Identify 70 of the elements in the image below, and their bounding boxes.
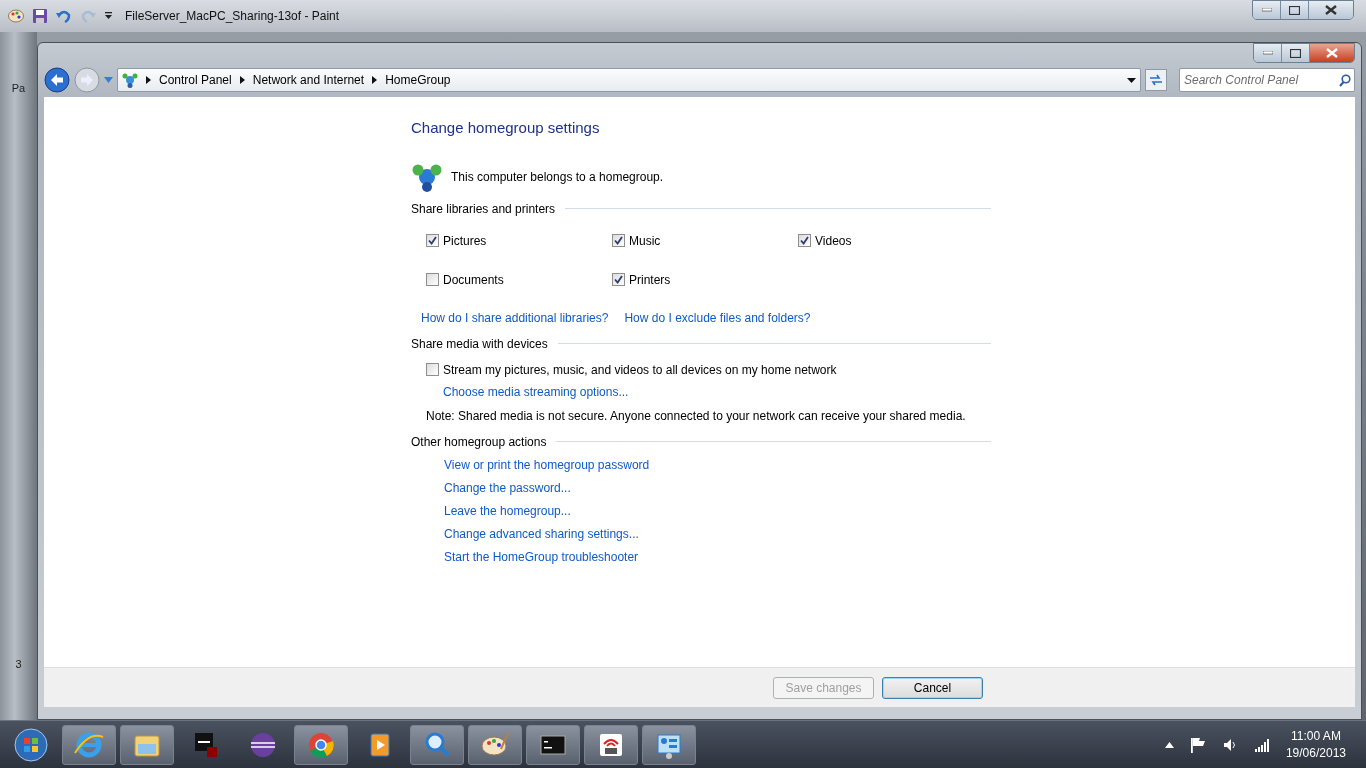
close-icon: [1326, 48, 1338, 58]
checkbox-label: Documents: [443, 271, 504, 289]
action-link[interactable]: Change the password...: [444, 478, 571, 497]
maximize-icon: [1289, 5, 1300, 15]
status-text: This computer belongs to a homegroup.: [451, 168, 664, 186]
chevron-icon[interactable]: [239, 76, 245, 84]
action-link[interactable]: Start the HomeGroup troubleshooter: [444, 547, 639, 566]
breadcrumb-item[interactable]: Network and Internet: [252, 71, 365, 89]
taskbar-button[interactable]: [294, 724, 348, 765]
checkbox-label: Stream my pictures, music, and videos to all devices on my home network: [443, 361, 837, 379]
chevron-icon[interactable]: [372, 76, 378, 84]
taskbar-button[interactable]: [642, 724, 696, 765]
note-text: Note: Shared media is not secure. Anyone connected to your network can receive your shared media.: [425, 407, 967, 425]
save-icon[interactable]: [32, 8, 48, 24]
time-text: 11:00 AM: [1290, 728, 1342, 745]
taskbar-button[interactable]: [526, 724, 580, 765]
chevron-icon[interactable]: [146, 76, 151, 84]
paste-label: Pa: [11, 81, 26, 96]
help-link[interactable]: How do I exclude files and folders?: [624, 308, 811, 327]
undo-icon[interactable]: [56, 9, 72, 23]
checkbox[interactable]: [612, 234, 625, 247]
refresh-icon[interactable]: [1145, 69, 1167, 91]
checkbox-label: Videos: [815, 232, 852, 250]
minimize-icon: [1261, 8, 1272, 12]
close-button[interactable]: [1309, 1, 1353, 19]
page-heading: Change homegroup settings: [411, 118, 601, 138]
section-title: Other homegroup actions: [411, 433, 547, 451]
taskbar-button[interactable]: [410, 724, 464, 765]
checkbox-label: Pictures: [443, 232, 487, 250]
show-hidden-icons-icon[interactable]: [1164, 741, 1174, 748]
taskbar-button[interactable]: [120, 724, 174, 765]
maximize-button[interactable]: [1281, 1, 1309, 19]
breadcrumb-item[interactable]: HomeGroup: [385, 71, 451, 89]
media-options-link[interactable]: Choose media streaming options...: [443, 384, 629, 399]
minimize-icon: [1262, 51, 1273, 55]
dropdown-icon[interactable]: [104, 12, 113, 20]
help-link[interactable]: How do I share additional libraries?: [421, 308, 609, 327]
palette-icon[interactable]: [8, 9, 24, 23]
signal-icon[interactable]: [1253, 737, 1270, 752]
clock[interactable]: 11:00 AM 19/06/2013: [1285, 728, 1346, 761]
taskbar-button[interactable]: [62, 724, 116, 765]
checkbox[interactable]: [426, 234, 439, 247]
flag-icon[interactable]: [1189, 736, 1206, 753]
search-icon: [1339, 74, 1351, 87]
section-title: Share media with devices: [411, 335, 548, 353]
checkbox-label: Printers: [629, 271, 671, 289]
cancel-button[interactable]: Cancel: [882, 676, 983, 699]
network-icon: [122, 72, 138, 88]
search-field[interactable]: Search Control Panel: [1179, 68, 1355, 92]
back-button[interactable]: [44, 67, 70, 93]
taskbar-button[interactable]: [468, 724, 522, 765]
dropdown-icon[interactable]: [1127, 77, 1136, 83]
breadcrumb-item[interactable]: Control Panel: [159, 71, 232, 89]
taskbar-button[interactable]: [584, 724, 638, 765]
action-link[interactable]: Leave the homegroup...: [444, 501, 571, 520]
status-text: 3: [15, 656, 22, 672]
checkbox-label: Music: [629, 232, 661, 250]
checkbox[interactable]: [426, 363, 439, 376]
action-link[interactable]: View or print the homegroup password: [444, 455, 650, 474]
close-icon: [1325, 5, 1337, 15]
window-title: FileServer_MacPC_Sharing-13of - Paint: [125, 8, 340, 25]
maximize-button[interactable]: [1282, 44, 1310, 62]
checkbox[interactable]: [612, 273, 625, 286]
action-link[interactable]: Change advanced sharing settings...: [444, 524, 639, 543]
checkbox[interactable]: [798, 234, 811, 247]
section-title: Share libraries and printers: [411, 200, 556, 218]
checkbox[interactable]: [426, 273, 439, 286]
date-text: 19/06/2013: [1285, 744, 1346, 761]
maximize-icon: [1290, 48, 1301, 58]
close-button[interactable]: [1310, 44, 1354, 62]
